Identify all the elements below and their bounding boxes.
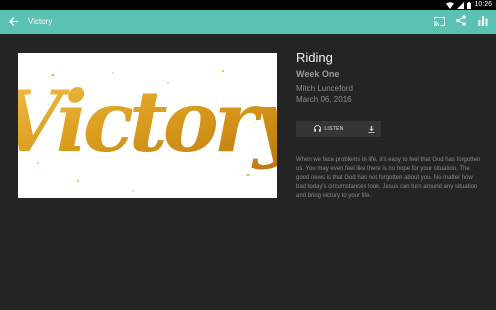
series-name: Week One (296, 69, 340, 79)
message-date: March 06, 2016 (296, 95, 352, 104)
battery-icon (467, 1, 472, 9)
message-description: When we face problems in life, it's easy… (296, 157, 481, 199)
back-button[interactable] (6, 15, 20, 29)
status-bar: 10:26 (0, 0, 496, 10)
arrow-back-icon (8, 13, 18, 31)
share-icon (456, 13, 466, 31)
artwork-lettering: Victory (18, 72, 277, 171)
message-title: Riding (296, 50, 333, 65)
stats-button[interactable] (476, 15, 490, 29)
app-bar: Victory (0, 10, 496, 34)
app-bar-actions (432, 15, 490, 29)
share-button[interactable] (454, 15, 468, 29)
cast-icon (433, 13, 445, 31)
download-button[interactable] (362, 121, 381, 137)
listen-label: LISTEN (324, 126, 344, 132)
message-details: Riding Week One Mitch Lunceford March 06… (296, 49, 486, 105)
status-time: 10:26 (474, 1, 492, 8)
listen-button[interactable]: LISTEN (296, 121, 362, 137)
app-title: Victory (28, 17, 53, 26)
wifi-icon (446, 1, 455, 9)
status-icons: 10:26 (446, 1, 492, 9)
speaker-name: Mitch Lunceford (296, 84, 353, 93)
audio-player: LISTEN (296, 121, 381, 137)
bar-chart-icon (478, 13, 488, 31)
sermon-artwork: Victory (18, 53, 277, 198)
cast-button[interactable] (432, 15, 446, 29)
signal-icon (457, 1, 465, 9)
download-icon (368, 120, 375, 138)
headphones-icon (314, 124, 322, 134)
